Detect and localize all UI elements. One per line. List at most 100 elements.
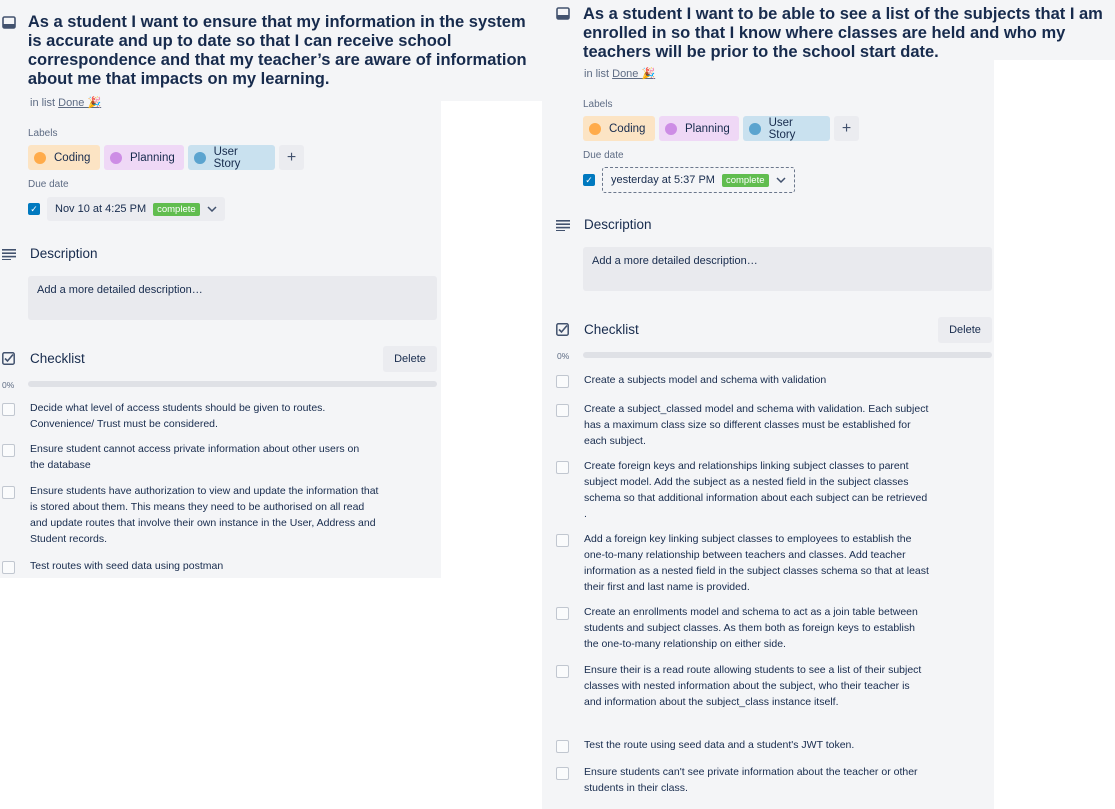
label-name: Planning xyxy=(685,122,730,135)
label-coding[interactable]: Coding xyxy=(583,116,655,141)
card-left: As a student I want to ensure that my in… xyxy=(0,0,542,578)
checklist-item-checkbox[interactable] xyxy=(556,740,569,753)
checklist-progress-percent: 0% xyxy=(557,351,570,361)
labels-row: Coding Planning User Story + xyxy=(28,145,304,170)
checklist-item[interactable]: Create a subjects model and schema with … xyxy=(556,374,956,388)
checklist-item-checkbox[interactable] xyxy=(556,404,569,417)
description-input[interactable]: Add a more detailed description… xyxy=(28,276,437,320)
checklist-item[interactable]: Create a subject_classed model and schem… xyxy=(556,403,956,449)
description-heading: Description xyxy=(584,217,652,232)
chevron-down-icon xyxy=(775,177,786,183)
checklist-item[interactable]: Create an enrollments model and schema t… xyxy=(556,606,956,652)
checklist-progress-percent: 0% xyxy=(2,380,15,390)
checklist-item-text[interactable]: Ensure student cannot access private inf… xyxy=(30,441,370,473)
due-date-row: ✓ yesterday at 5:37 PM complete xyxy=(583,167,795,193)
chevron-down-icon xyxy=(207,206,217,212)
checklist-item-text[interactable]: Create foreign keys and relationships li… xyxy=(584,458,929,522)
in-list-text: in list Done 🎉 xyxy=(30,96,101,109)
checklist-item[interactable]: Add a foreign key linking subject classe… xyxy=(556,533,956,595)
checklist-item[interactable]: Ensure students can't see private inform… xyxy=(556,766,956,796)
description-input[interactable]: Add a more detailed description… xyxy=(583,247,992,291)
delete-checklist-button[interactable]: Delete xyxy=(383,346,437,372)
card-icon xyxy=(2,16,18,89)
checkmark-icon: ✓ xyxy=(30,204,38,214)
description-icon xyxy=(556,219,572,231)
checklist-icon xyxy=(556,323,572,336)
label-color-dot xyxy=(749,122,761,135)
checklist-item-checkbox[interactable] xyxy=(2,561,15,574)
description-heading: Description xyxy=(30,246,98,261)
checklist-item-checkbox[interactable] xyxy=(556,665,569,678)
card-title[interactable]: As a student I want to be able to see a … xyxy=(583,5,1108,62)
due-date-row: ✓ Nov 10 at 4:25 PM complete xyxy=(28,197,225,221)
checklist-item-text[interactable]: Decide what level of access students sho… xyxy=(30,400,370,432)
checklist-heading: Checklist xyxy=(30,351,85,366)
due-complete-checkbox[interactable]: ✓ xyxy=(583,174,595,186)
label-color-dot xyxy=(665,122,677,135)
label-name: User Story xyxy=(213,145,241,170)
checklist-item-checkbox[interactable] xyxy=(556,607,569,620)
description-section-header: Description xyxy=(2,246,98,261)
checklist-progress-bar xyxy=(583,352,992,358)
labels-heading: Labels xyxy=(583,99,613,110)
list-link[interactable]: Done 🎉 xyxy=(58,97,101,109)
complete-badge: complete xyxy=(721,173,769,187)
add-label-button[interactable]: + xyxy=(834,116,859,141)
label-color-dot xyxy=(589,122,601,135)
label-user-story[interactable]: User Story xyxy=(188,145,275,170)
label-color-dot xyxy=(34,151,46,164)
due-date-button[interactable]: yesterday at 5:37 PM complete xyxy=(602,167,795,193)
checklist-item[interactable]: Ensure students have authorization to vi… xyxy=(2,485,382,547)
checklist-item-text[interactable]: Ensure their is a read route allowing st… xyxy=(584,662,929,710)
list-link[interactable]: Done 🎉 xyxy=(612,68,655,80)
in-list-prefix: in list xyxy=(30,97,56,109)
checklist-item-text[interactable]: Test the route using seed data and a stu… xyxy=(584,737,934,753)
label-planning[interactable]: Planning xyxy=(659,116,739,141)
label-color-dot xyxy=(110,151,122,164)
checklist-item[interactable]: Ensure their is a read route allowing st… xyxy=(556,664,956,710)
checklist-item-checkbox[interactable] xyxy=(556,461,569,474)
checklist-section-header: Checklist xyxy=(2,351,85,366)
checklist-icon xyxy=(2,352,18,365)
in-list-text: in list Done 🎉 xyxy=(584,67,655,80)
complete-badge: complete xyxy=(153,202,200,216)
checklist-item-text[interactable]: Add a foreign key linking subject classe… xyxy=(584,531,934,595)
checklist-section-header: Checklist xyxy=(556,322,639,337)
checklist-item-text[interactable]: Create a subject_classed model and schem… xyxy=(584,401,929,449)
checklist-item[interactable]: Create foreign keys and relationships li… xyxy=(556,460,956,522)
delete-checklist-button[interactable]: Delete xyxy=(938,317,992,343)
checklist-item[interactable]: Ensure student cannot access private inf… xyxy=(2,443,382,473)
checklist-item-checkbox[interactable] xyxy=(2,403,15,416)
labels-row: Coding Planning User Story + xyxy=(583,116,859,141)
checklist-item[interactable]: Test routes with seed data using postman xyxy=(2,560,382,574)
checklist-item-checkbox[interactable] xyxy=(2,486,15,499)
description-icon xyxy=(2,248,18,260)
checklist-item-text[interactable]: Ensure students have authorization to vi… xyxy=(30,483,380,547)
checklist-progress-bar xyxy=(28,381,437,387)
due-date-text: Nov 10 at 4:25 PM xyxy=(55,203,147,215)
due-complete-checkbox[interactable]: ✓ xyxy=(28,203,40,215)
checklist-item[interactable]: Test the route using seed data and a stu… xyxy=(556,739,956,753)
checklist-item-checkbox[interactable] xyxy=(556,767,569,780)
checklist-item-text[interactable]: Test routes with seed data using postman xyxy=(30,558,370,574)
checklist-item-text[interactable]: Ensure students can't see private inform… xyxy=(584,764,934,796)
checklist-item-checkbox[interactable] xyxy=(2,444,15,457)
label-name: Coding xyxy=(54,151,91,164)
checklist-item[interactable]: Decide what level of access students sho… xyxy=(2,402,382,432)
checklist-item-text[interactable]: Create a subjects model and schema with … xyxy=(584,372,934,388)
due-date-text: yesterday at 5:37 PM xyxy=(611,174,715,186)
due-date-button[interactable]: Nov 10 at 4:25 PM complete xyxy=(47,197,225,221)
card-icon xyxy=(556,7,572,62)
checklist-item-checkbox[interactable] xyxy=(556,534,569,547)
due-date-heading: Due date xyxy=(28,179,69,190)
card-title[interactable]: As a student I want to ensure that my in… xyxy=(28,13,532,89)
label-planning[interactable]: Planning xyxy=(104,145,184,170)
label-user-story[interactable]: User Story xyxy=(743,116,830,141)
add-label-button[interactable]: + xyxy=(279,145,304,170)
in-list-prefix: in list xyxy=(584,68,610,80)
checklist-item-text[interactable]: Create an enrollments model and schema t… xyxy=(584,604,924,652)
label-color-dot xyxy=(194,151,206,164)
label-coding[interactable]: Coding xyxy=(28,145,100,170)
checklist-item-checkbox[interactable] xyxy=(556,375,569,388)
description-section-header: Description xyxy=(556,217,652,232)
